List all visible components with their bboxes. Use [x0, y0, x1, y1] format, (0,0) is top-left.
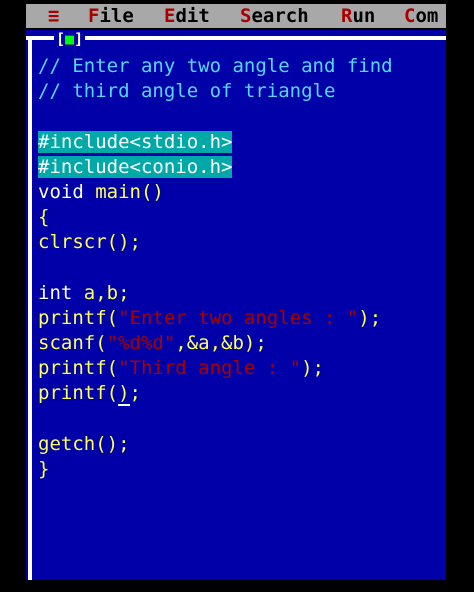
code-token: a,b;	[83, 281, 130, 304]
code-token: "Third angle : "	[118, 357, 302, 380]
menu-compile[interactable]: Com	[404, 4, 438, 28]
code-line[interactable]	[38, 407, 393, 432]
code-token: ,&a,&b);	[175, 332, 267, 355]
code-line[interactable]	[38, 256, 393, 281]
code-line[interactable]: // Enter any two angle and find	[38, 54, 393, 79]
code-token: #include<stdio.h>	[38, 130, 233, 153]
code-token: void	[38, 180, 96, 203]
code-line[interactable]: clrscr();	[38, 230, 393, 255]
code-token: );	[358, 306, 382, 329]
window-frame-left	[28, 36, 32, 580]
close-icon: ■	[65, 30, 75, 48]
code-line[interactable]: printf("Enter two angles : ");	[38, 306, 393, 331]
code-token: "Enter two angles : "	[118, 306, 359, 329]
code-token: ;	[129, 382, 141, 405]
code-line[interactable]: int a,b;	[38, 281, 393, 306]
code-line[interactable]: printf("Third angle : ");	[38, 356, 393, 381]
code-token: // third angle of triangle	[38, 80, 336, 103]
code-line[interactable]: scanf("%d%d",&a,&b);	[38, 331, 393, 356]
code-line[interactable]: #include<stdio.h>	[38, 130, 393, 155]
code-token: printf(	[38, 306, 119, 329]
code-token: main()	[95, 180, 164, 203]
window-frame-top	[26, 36, 446, 40]
code-line[interactable]: {	[38, 205, 393, 230]
code-line[interactable]: getch();	[38, 432, 393, 457]
code-line[interactable]: printf();	[38, 381, 393, 407]
text-cursor: )	[118, 382, 130, 407]
menu-bar: ≡ File Edit Search Run Com	[26, 4, 446, 28]
code-token: {	[38, 206, 50, 229]
code-token: scanf(	[38, 332, 107, 355]
menu-search[interactable]: Search	[240, 4, 309, 28]
code-line[interactable]: #include<conio.h>	[38, 155, 393, 180]
code-line[interactable]: void main()	[38, 180, 393, 205]
code-token: printf(	[38, 382, 119, 405]
code-token: int	[38, 281, 84, 304]
close-window-button[interactable]: [■]	[54, 30, 86, 48]
code-token: // Enter any two angle and find	[38, 55, 393, 77]
system-menu-icon[interactable]: ≡	[48, 4, 59, 28]
code-token: #include<conio.h>	[38, 155, 233, 178]
code-token: printf(	[38, 357, 119, 380]
menu-file[interactable]: File	[88, 4, 134, 28]
screen: ≡ File Edit Search Run Com [■] // Enter …	[26, 0, 446, 592]
code-token: );	[301, 357, 324, 380]
code-token: }	[38, 458, 50, 480]
editor-window[interactable]: [■] // Enter any two angle and find // th…	[26, 30, 446, 580]
code-area[interactable]: // Enter any two angle and find // third …	[38, 54, 393, 482]
menu-run[interactable]: Run	[341, 4, 375, 28]
code-line[interactable]	[38, 104, 393, 129]
code-token: getch();	[38, 432, 130, 455]
code-token: clrscr();	[38, 231, 141, 254]
menu-edit[interactable]: Edit	[164, 4, 210, 28]
code-line[interactable]: }	[38, 457, 393, 482]
code-line[interactable]: // third angle of triangle	[38, 79, 393, 104]
code-token: "%d%d"	[106, 332, 176, 355]
